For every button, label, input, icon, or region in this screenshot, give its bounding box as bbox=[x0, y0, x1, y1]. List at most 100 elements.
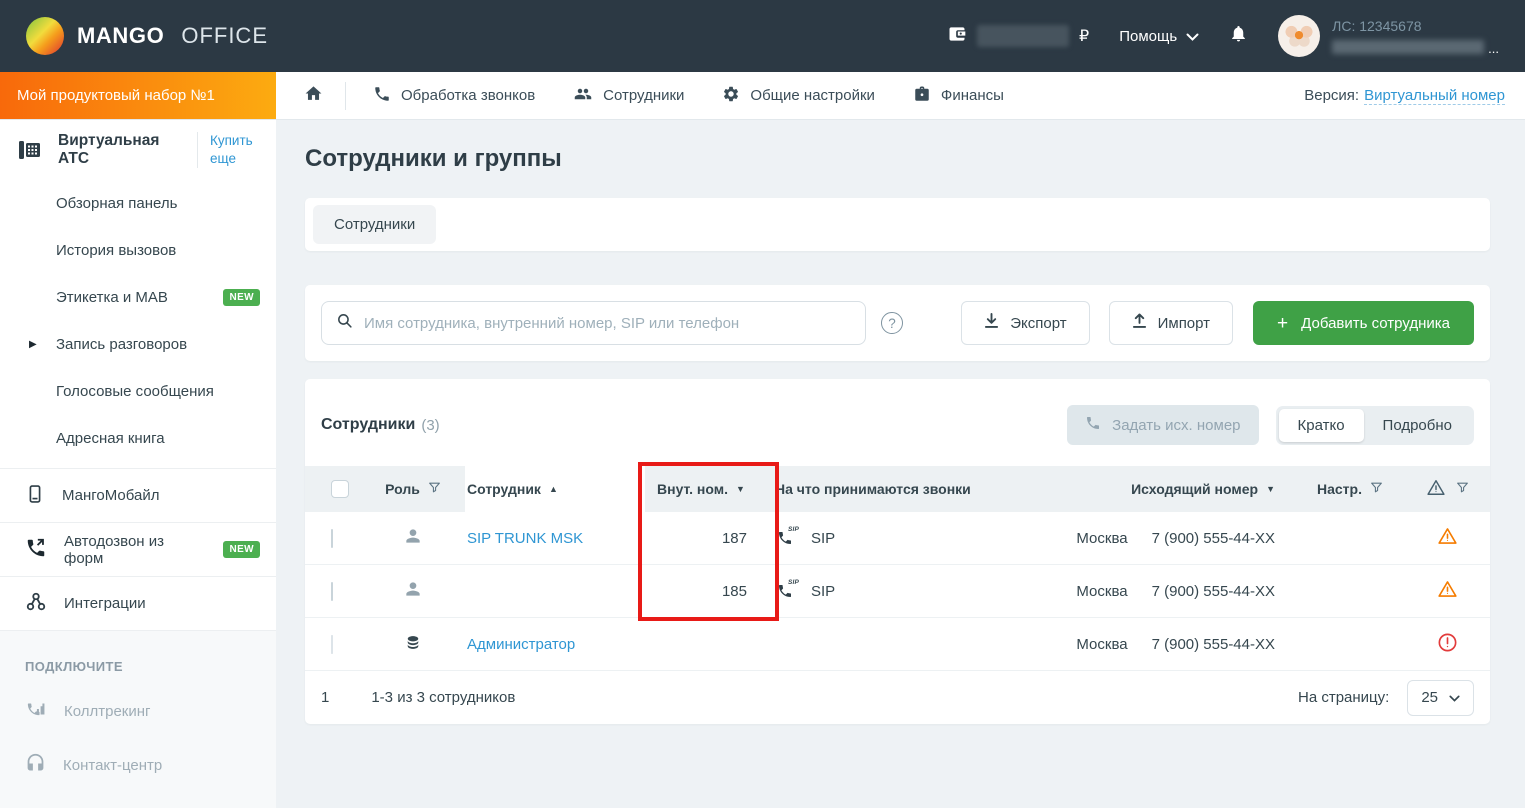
sidebar-item-label: История вызовов bbox=[56, 242, 176, 259]
brand-logo[interactable]: MANGO OFFICE bbox=[26, 17, 268, 55]
sidebar-item-integrations[interactable]: Интеграции bbox=[0, 577, 276, 631]
nav-item-general-settings[interactable]: Общие настройки bbox=[722, 85, 875, 107]
nav-item-label: Финансы bbox=[941, 87, 1004, 104]
plus-icon: + bbox=[1277, 314, 1288, 333]
column-label: Сотрудник bbox=[467, 481, 541, 497]
sidebar-item-address-book[interactable]: Адресная книга bbox=[0, 415, 276, 462]
sidebar-item-label: Автодозвон из форм bbox=[64, 533, 206, 567]
receive-cell: SIP SIP bbox=[775, 530, 1045, 547]
sidebar-item-call-history[interactable]: История вызовов bbox=[0, 227, 276, 274]
home-icon bbox=[304, 84, 323, 108]
column-label: Роль bbox=[385, 481, 420, 497]
sidebar-item-calltracking[interactable]: Коллтрекинг bbox=[0, 684, 276, 738]
sidebar-item-dashboard[interactable]: Обзорная панель bbox=[0, 180, 276, 227]
column-header-employee[interactable]: Сотрудник ▲ bbox=[465, 466, 645, 512]
top-header: MANGO OFFICE ₽ Помощь ЛС: 12345678 bbox=[0, 0, 1525, 72]
download-icon bbox=[984, 313, 999, 333]
currency-symbol: ₽ bbox=[1079, 26, 1089, 46]
per-page-value: 25 bbox=[1421, 689, 1438, 706]
tab-employees[interactable]: Сотрудники bbox=[313, 205, 436, 244]
filter-funnel-icon[interactable] bbox=[1370, 481, 1383, 497]
row-warning[interactable] bbox=[1405, 526, 1490, 550]
notifications-button[interactable] bbox=[1229, 23, 1248, 49]
employee-link[interactable]: SIP TRUNK MSK bbox=[465, 530, 583, 547]
table-wrap: Роль Сотрудник ▲ Внут. ном. ▼ На bbox=[305, 466, 1490, 671]
sidebar-item-etiquette-mab[interactable]: Этикетка и МАВ NEW bbox=[0, 274, 276, 321]
employee-link[interactable]: Администратор bbox=[465, 636, 575, 653]
phone-outgoing-icon bbox=[25, 537, 47, 563]
help-question-icon[interactable]: ? bbox=[881, 312, 903, 334]
sidebar-item-label: Адресная книга bbox=[56, 430, 165, 447]
current-page[interactable]: 1 bbox=[321, 689, 329, 706]
sidebar-item-mangomobile[interactable]: МангоМобайл bbox=[0, 469, 276, 523]
row-warning[interactable] bbox=[1405, 579, 1490, 603]
add-employee-label: Добавить сотрудника bbox=[1301, 315, 1450, 332]
per-page-label: На страницу: bbox=[1298, 689, 1389, 706]
account-menu[interactable]: ЛС: 12345678 ... bbox=[1278, 15, 1499, 57]
table-row: 185 SIP SIP Москва 7 (900) 555-44-XX bbox=[305, 565, 1490, 618]
column-header-outgoing-number[interactable]: Исходящий номер ▼ bbox=[1045, 466, 1295, 512]
warning-triangle-icon bbox=[1437, 526, 1458, 550]
set-outgoing-label: Задать исх. номер bbox=[1112, 417, 1240, 434]
column-label: Настр. bbox=[1317, 481, 1362, 497]
row-error[interactable] bbox=[1405, 632, 1490, 657]
sidebar-item-label: Обзорная панель bbox=[56, 195, 177, 212]
version-link[interactable]: Виртуальный номер bbox=[1364, 87, 1505, 105]
nav-item-employees[interactable]: Сотрудники bbox=[573, 85, 684, 107]
help-menu[interactable]: Помощь bbox=[1119, 28, 1199, 45]
buy-more-link[interactable]: Купить еще bbox=[210, 132, 264, 167]
avatar bbox=[1278, 15, 1320, 57]
toggle-detailed[interactable]: Подробно bbox=[1364, 409, 1471, 442]
user-role-icon bbox=[403, 526, 423, 550]
sort-desc-icon[interactable]: ▼ bbox=[1266, 484, 1275, 494]
nav-item-call-handling[interactable]: Обработка звонков bbox=[373, 85, 535, 107]
outgoing-cell: Москва 7 (900) 555-44-XX bbox=[1045, 530, 1295, 547]
sidebar-item-label: Запись разговоров bbox=[56, 336, 187, 353]
city: Москва bbox=[1076, 636, 1127, 653]
search-field[interactable] bbox=[321, 301, 866, 345]
column-header-warnings[interactable] bbox=[1405, 466, 1490, 512]
sort-asc-icon[interactable]: ▲ bbox=[549, 484, 558, 494]
select-all-checkbox[interactable] bbox=[331, 480, 349, 498]
import-button[interactable]: Импорт bbox=[1109, 301, 1233, 345]
sidebar-item-label: Голосовые сообщения bbox=[56, 383, 214, 400]
set-outgoing-number-button[interactable]: Задать исх. номер bbox=[1067, 405, 1258, 445]
row-checkbox[interactable] bbox=[331, 529, 333, 548]
sidebar-item-contact-center[interactable]: Контакт-центр bbox=[0, 738, 276, 792]
sip-phone-icon: SIP bbox=[777, 530, 801, 546]
filter-funnel-icon[interactable] bbox=[1456, 481, 1469, 497]
per-page-select[interactable]: 25 bbox=[1407, 680, 1474, 716]
wallet-icon bbox=[947, 24, 967, 49]
expand-arrow-icon[interactable]: ▶ bbox=[29, 339, 37, 350]
sidebar: Виртуальная АТС Купить еще Обзорная пане… bbox=[0, 120, 276, 808]
nav-item-finance[interactable]: Финансы bbox=[913, 85, 1004, 107]
sidebar-item-label: Контакт-центр bbox=[63, 757, 162, 774]
phone-icon bbox=[1085, 415, 1101, 435]
pagination-summary: 1-3 из 3 сотрудников bbox=[371, 689, 515, 706]
error-circle-icon bbox=[1437, 632, 1458, 657]
toggle-brief[interactable]: Кратко bbox=[1279, 409, 1364, 442]
sidebar-item-autodial-forms[interactable]: Автодозвон из форм NEW bbox=[0, 523, 276, 577]
product-set-tab[interactable]: Мой продуктовый набор №1 bbox=[0, 72, 276, 119]
help-label: Помощь bbox=[1119, 28, 1177, 45]
sidebar-item-call-recording[interactable]: ▶ Запись разговоров bbox=[0, 321, 276, 368]
balance-widget[interactable]: ₽ bbox=[947, 24, 1089, 49]
home-button[interactable] bbox=[290, 84, 337, 108]
add-employee-button[interactable]: + Добавить сотрудника bbox=[1253, 301, 1474, 345]
table-header-row: Роль Сотрудник ▲ Внут. ном. ▼ На bbox=[305, 466, 1490, 512]
column-header-internal-number[interactable]: Внут. ном. ▼ bbox=[645, 466, 775, 512]
sort-desc-icon[interactable]: ▼ bbox=[736, 484, 745, 494]
row-checkbox[interactable] bbox=[331, 582, 333, 601]
column-header-role[interactable]: Роль bbox=[361, 466, 465, 512]
account-ellipsis: ... bbox=[1488, 44, 1499, 54]
row-checkbox-disabled bbox=[331, 635, 333, 654]
filter-funnel-icon[interactable] bbox=[428, 481, 441, 497]
column-label: Внут. ном. bbox=[657, 481, 728, 497]
calltracking-icon bbox=[25, 698, 47, 724]
sidebar-item-voicemail[interactable]: Голосовые сообщения bbox=[0, 368, 276, 415]
column-header-settings[interactable]: Настр. bbox=[1295, 466, 1405, 512]
export-button[interactable]: Экспорт bbox=[961, 301, 1089, 345]
balance-value-redacted bbox=[977, 25, 1069, 47]
search-input[interactable] bbox=[364, 315, 851, 332]
connect-section: ПОДКЛЮЧИТЕ Коллтрекинг Контакт-центр bbox=[0, 631, 276, 808]
